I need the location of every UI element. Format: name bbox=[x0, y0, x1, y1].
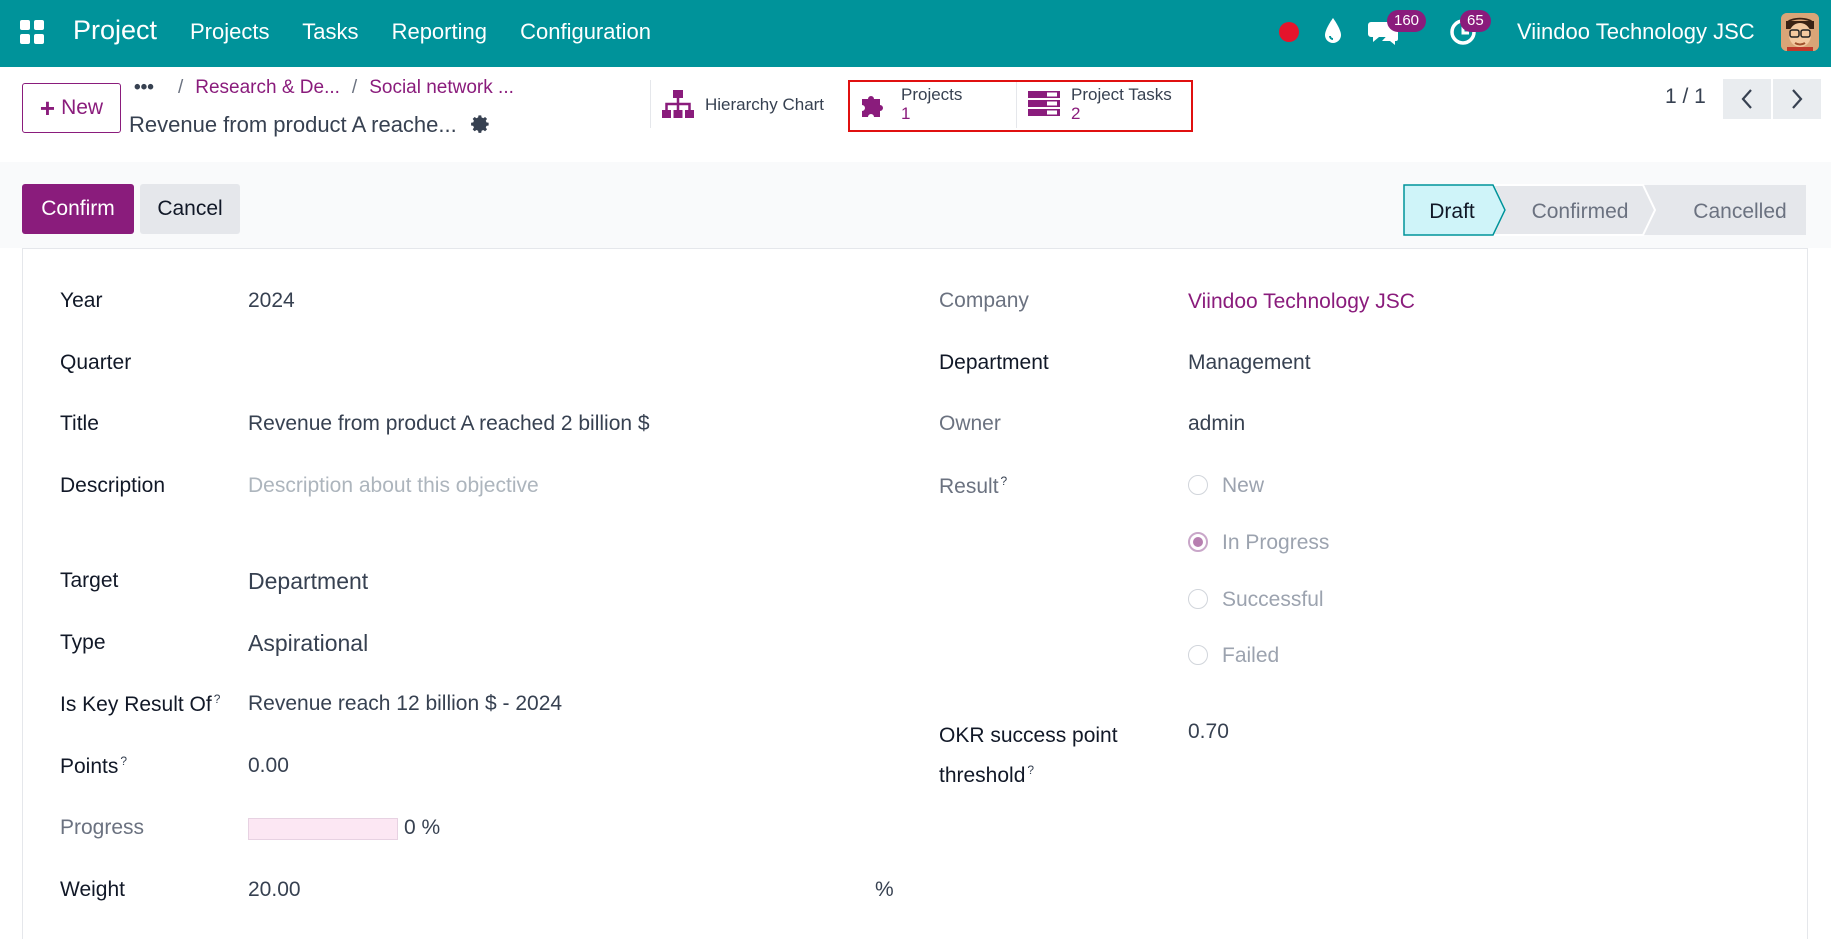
status-row: Confirm Cancel Cancelled Confirmed Draft bbox=[0, 162, 1831, 248]
pager-next-button[interactable] bbox=[1773, 79, 1821, 119]
owner-value[interactable]: admin bbox=[1188, 412, 1245, 436]
stage-cancelled[interactable]: Cancelled bbox=[1643, 185, 1806, 235]
owner-label: Owner bbox=[939, 412, 1001, 435]
result-option-successful[interactable]: Successful bbox=[1222, 588, 1324, 612]
target-label: Target bbox=[60, 569, 119, 592]
projects-smart-count: 1 bbox=[901, 104, 911, 123]
target-value[interactable]: Department bbox=[248, 568, 368, 595]
plus-icon: + bbox=[39, 93, 56, 123]
year-value[interactable]: 2024 bbox=[248, 289, 295, 313]
main-menu: Projects Tasks Reporting Configuration bbox=[190, 19, 678, 45]
control-panel: + New ••• / Research & De... / Social networ… bbox=[0, 67, 1831, 163]
form-sheet: Year 2024 Quarter Title Revenue from pro… bbox=[22, 248, 1808, 939]
okr-threshold-label: OKR success point threshold? bbox=[939, 724, 1118, 787]
result-radio-failed[interactable] bbox=[1188, 645, 1208, 665]
hierarchy-icon bbox=[662, 90, 694, 118]
type-label: Type bbox=[60, 631, 106, 654]
result-option-in-progress[interactable]: In Progress bbox=[1222, 531, 1329, 555]
title-label: Title bbox=[60, 412, 99, 435]
help-icon[interactable]: ? bbox=[1027, 763, 1034, 777]
menu-reporting[interactable]: Reporting bbox=[392, 19, 487, 44]
water-drop-icon[interactable] bbox=[1322, 16, 1344, 46]
quarter-label: Quarter bbox=[60, 351, 132, 374]
help-icon[interactable]: ? bbox=[1001, 474, 1008, 488]
result-option-failed[interactable]: Failed bbox=[1222, 644, 1279, 668]
weight-value[interactable]: 20.00 bbox=[248, 878, 301, 902]
menu-tasks[interactable]: Tasks bbox=[302, 19, 358, 44]
description-field[interactable]: Description about this objective bbox=[248, 474, 539, 498]
menu-configuration[interactable]: Configuration bbox=[520, 19, 651, 44]
progress-label: Progress bbox=[60, 816, 145, 839]
department-value[interactable]: Management bbox=[1188, 351, 1311, 375]
progress-value: 0 % bbox=[404, 816, 441, 839]
stage-confirmed[interactable]: Confirmed bbox=[1491, 184, 1657, 236]
department-label: Department bbox=[939, 351, 1049, 374]
project-tasks-smart-button[interactable]: Project Tasks 2 bbox=[1017, 80, 1192, 128]
progress-bar bbox=[248, 818, 398, 840]
avatar-face-icon bbox=[1781, 13, 1819, 51]
hierarchy-chart-button[interactable]: Hierarchy Chart bbox=[651, 80, 849, 128]
apps-grid-icon[interactable] bbox=[20, 20, 46, 46]
record-title: Revenue from product A reache... bbox=[129, 112, 457, 137]
record-indicator-icon[interactable] bbox=[1279, 22, 1299, 42]
company-switcher[interactable]: Viindoo Technology JSC bbox=[1517, 19, 1755, 45]
puzzle-icon bbox=[862, 96, 883, 117]
chevron-right-icon bbox=[1792, 89, 1803, 109]
breadcrumb-item-social-network[interactable]: Social network ... bbox=[369, 77, 514, 98]
key-result-of-label: Is Key Result Of? bbox=[60, 692, 221, 716]
breadcrumb-more-icon[interactable]: ••• bbox=[134, 77, 154, 98]
help-icon[interactable]: ? bbox=[214, 692, 221, 706]
project-tasks-smart-label: Project Tasks bbox=[1071, 85, 1172, 104]
result-label: Result? bbox=[939, 474, 1008, 498]
company-label: Company bbox=[939, 289, 1029, 312]
weight-unit: % bbox=[875, 878, 894, 901]
top-navbar: Project Projects Tasks Reporting Configu… bbox=[0, 0, 1831, 67]
stage-draft[interactable]: Draft bbox=[1403, 184, 1506, 236]
activities-badge: 65 bbox=[1460, 10, 1491, 32]
stage-cancelled-label: Cancelled bbox=[1693, 200, 1786, 223]
year-label: Year bbox=[60, 289, 103, 312]
help-icon[interactable]: ? bbox=[120, 754, 127, 768]
points-value: 0.00 bbox=[248, 754, 289, 777]
stage-confirmed-label: Confirmed bbox=[1532, 200, 1629, 223]
status-stages: Cancelled Confirmed Draft bbox=[1403, 184, 1806, 236]
app-brand[interactable]: Project bbox=[73, 15, 157, 46]
new-button[interactable]: + New bbox=[22, 83, 121, 133]
menu-projects[interactable]: Projects bbox=[190, 19, 269, 44]
company-link[interactable]: Viindoo Technology JSC bbox=[1188, 290, 1415, 314]
description-label: Description bbox=[60, 474, 166, 497]
result-radio-successful[interactable] bbox=[1188, 589, 1208, 609]
user-avatar[interactable] bbox=[1781, 13, 1819, 51]
okr-threshold-value[interactable]: 0.70 bbox=[1188, 720, 1229, 744]
smart-buttons: Hierarchy Chart Projects 1 Project Tasks bbox=[650, 80, 1192, 128]
result-radio-new[interactable] bbox=[1188, 475, 1208, 495]
breadcrumb-item-research[interactable]: Research & De... bbox=[195, 77, 340, 98]
title-value[interactable]: Revenue from product A reached 2 billion… bbox=[248, 412, 650, 436]
result-option-new[interactable]: New bbox=[1222, 474, 1264, 498]
type-value[interactable]: Aspirational bbox=[248, 630, 368, 657]
key-result-of-value[interactable]: Revenue reach 12 billion $ - 2024 bbox=[248, 692, 562, 716]
projects-smart-button[interactable]: Projects 1 bbox=[849, 80, 1017, 128]
chevron-left-icon bbox=[1741, 89, 1752, 109]
pager-value[interactable]: 1 / 1 bbox=[1665, 85, 1706, 109]
new-button-label: New bbox=[61, 96, 104, 119]
confirm-button[interactable]: Confirm bbox=[22, 184, 134, 234]
points-label: Points? bbox=[60, 754, 128, 778]
stage-draft-label: Draft bbox=[1429, 200, 1475, 223]
messages-badge: 160 bbox=[1387, 10, 1427, 32]
projects-smart-label: Projects bbox=[901, 85, 963, 104]
hierarchy-chart-label: Hierarchy Chart bbox=[705, 94, 825, 114]
result-radio-in-progress[interactable] bbox=[1188, 532, 1208, 552]
gear-icon[interactable] bbox=[470, 114, 492, 136]
pager-previous-button[interactable] bbox=[1723, 79, 1771, 119]
cancel-button[interactable]: Cancel bbox=[140, 184, 240, 234]
project-tasks-smart-count: 2 bbox=[1071, 104, 1081, 123]
tasks-icon bbox=[1028, 91, 1060, 116]
breadcrumb: ••• / Research & De... / Social network ... bbox=[134, 77, 514, 98]
weight-label: Weight bbox=[60, 878, 125, 901]
